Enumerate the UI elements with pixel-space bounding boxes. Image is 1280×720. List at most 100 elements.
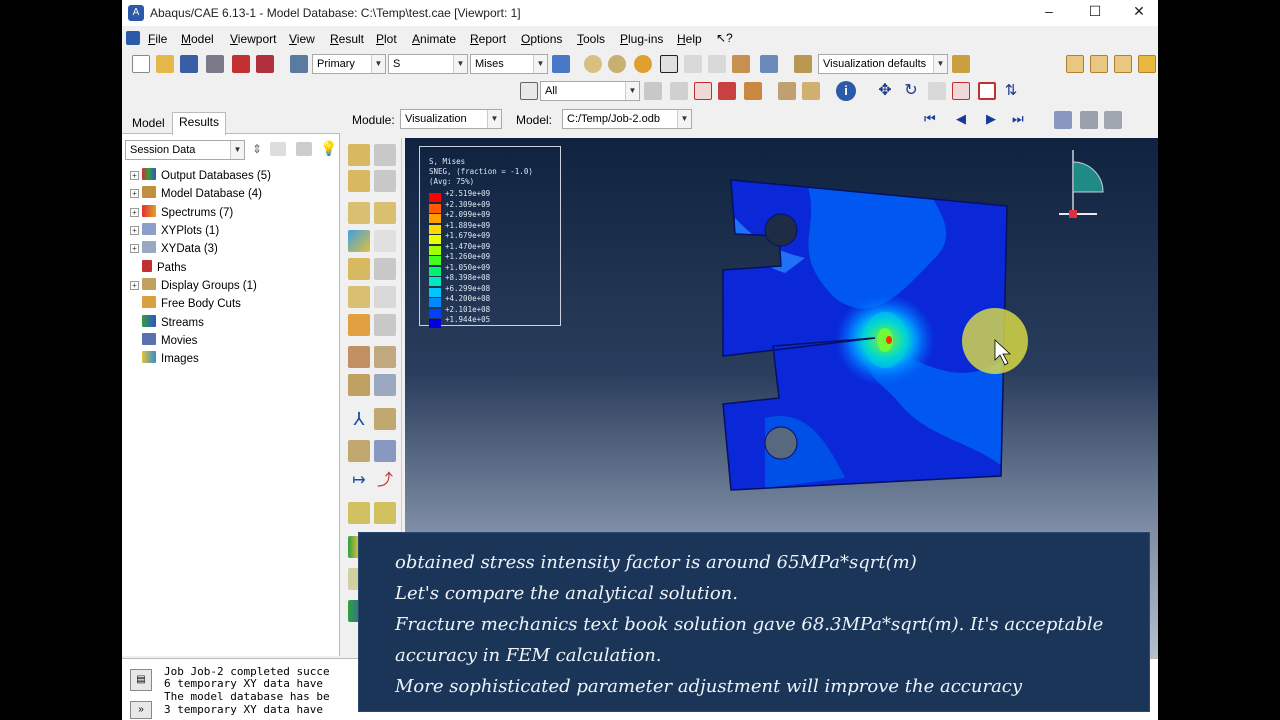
hidden-line-icon[interactable] <box>608 55 626 73</box>
view-cut-icon[interactable] <box>348 502 370 524</box>
box-select-icon[interactable] <box>694 82 712 100</box>
message-area-icon[interactable]: ▤ <box>130 669 152 691</box>
menu-view[interactable]: View <box>289 32 315 46</box>
xy-plot-options-icon[interactable] <box>374 374 396 396</box>
menu-options[interactable]: Options <box>521 32 562 46</box>
view-cut-manager-icon[interactable] <box>374 502 396 524</box>
redo-icon[interactable] <box>708 55 726 73</box>
selection-filter-combo[interactable]: All ▼ <box>540 81 640 101</box>
filter-icon[interactable] <box>296 142 312 156</box>
query-triad-icon[interactable]: ⅄ <box>348 408 370 430</box>
tree-item-display-groups[interactable]: + Display Groups (1) <box>130 278 257 296</box>
tree-item-output-databases[interactable]: + Output Databases (5) <box>130 168 271 186</box>
menu-model[interactable]: Model <box>181 32 214 46</box>
box-zoom-icon[interactable] <box>952 82 970 100</box>
selection-option-icon[interactable] <box>644 82 662 100</box>
camera-capture-icon[interactable] <box>1080 111 1098 129</box>
tab-results[interactable]: Results <box>172 112 227 135</box>
plot-contours-undeformed-icon[interactable] <box>348 170 370 192</box>
visualization-defaults-combo[interactable]: Visualization defaults ▼ <box>818 54 948 74</box>
tree-item-images[interactable]: Images <box>142 351 199 369</box>
create-stream-icon[interactable]: ⤴ <box>374 470 396 492</box>
expand-icon[interactable]: + <box>130 226 139 235</box>
layer-icon[interactable] <box>1054 111 1072 129</box>
previous-frame-icon[interactable]: ◀ <box>956 111 966 127</box>
create-free-body-cut-icon[interactable] <box>348 374 370 396</box>
contour-options-icon[interactable] <box>348 230 370 252</box>
print-icon[interactable] <box>206 55 224 73</box>
abaqus-menu-icon[interactable] <box>126 31 140 45</box>
plot-deformed-icon[interactable] <box>374 144 396 166</box>
close-button[interactable]: ✕ <box>1124 3 1154 23</box>
front-view-icon[interactable] <box>1090 55 1108 73</box>
menu-help[interactable]: Help <box>677 32 702 46</box>
export-icon[interactable] <box>232 55 250 73</box>
drag-select-icon[interactable] <box>670 82 688 100</box>
side-view-icon[interactable] <box>1114 55 1132 73</box>
save-icon[interactable] <box>180 55 198 73</box>
tree-item-streams[interactable]: Streams <box>142 315 204 333</box>
tree-item-xyplots[interactable]: + XYPlots (1) <box>130 223 219 241</box>
zoom-icon[interactable] <box>928 82 946 100</box>
create-xy-data-icon[interactable] <box>348 346 370 368</box>
module-combo[interactable]: Visualization ▼ <box>400 109 502 129</box>
info-icon[interactable]: i <box>836 81 856 101</box>
create-display-group-icon[interactable] <box>348 440 370 462</box>
animate-time-history-icon[interactable] <box>348 286 370 308</box>
expand-icon[interactable]: + <box>130 244 139 253</box>
new-file-icon[interactable] <box>132 55 150 73</box>
command-prompt-icon[interactable]: » <box>130 701 152 719</box>
xy-data-manager-icon[interactable] <box>374 346 396 368</box>
next-frame-icon[interactable]: ▶ <box>986 111 996 127</box>
display-group-manager-icon[interactable] <box>374 440 396 462</box>
expand-icon[interactable]: + <box>130 189 139 198</box>
plot-symbols-icon[interactable] <box>348 202 370 224</box>
plot-undeformed-icon[interactable] <box>348 144 370 166</box>
animate-harmonic-icon[interactable] <box>374 314 396 336</box>
color-code-icon[interactable] <box>794 55 812 73</box>
updown-icon[interactable]: ⇕ <box>252 142 262 156</box>
expand-icon[interactable]: + <box>130 208 139 217</box>
auto-fit-icon[interactable] <box>978 82 996 100</box>
symbol-options-icon[interactable] <box>374 230 396 252</box>
plot-contours-deformed-icon[interactable] <box>374 170 396 192</box>
rotate-icon[interactable]: ↻ <box>902 82 920 100</box>
open-folder-icon[interactable] <box>156 55 174 73</box>
menu-animate[interactable]: Animate <box>412 32 456 46</box>
view-manager-icon[interactable] <box>760 55 778 73</box>
menu-tools[interactable]: Tools <box>577 32 605 46</box>
tree-item-paths[interactable]: Paths <box>142 260 186 278</box>
select-highlight-icon[interactable] <box>718 82 736 100</box>
menu-report[interactable]: Report <box>470 32 506 46</box>
menu-plot[interactable]: Plot <box>376 32 397 46</box>
tree-item-spectrums[interactable]: + Spectrums (7) <box>130 205 233 223</box>
menu-viewport[interactable]: Viewport <box>230 32 276 46</box>
menu-result[interactable]: Result <box>330 32 364 46</box>
field-output-combo[interactable]: S ▼ <box>388 54 468 74</box>
undo-icon[interactable] <box>684 55 702 73</box>
expand-icon[interactable]: + <box>130 171 139 180</box>
menu-file[interactable]: File <box>148 32 167 46</box>
tile-icon[interactable] <box>778 82 796 100</box>
camera-icon[interactable] <box>732 55 750 73</box>
primary-variable-combo[interactable]: Primary ▼ <box>312 54 386 74</box>
maximize-button[interactable]: ☐ <box>1080 3 1110 23</box>
model-combo[interactable]: C:/Temp/Job-2.odb ▼ <box>562 109 692 129</box>
iso-view-icon[interactable] <box>1066 55 1084 73</box>
tab-model[interactable]: Model <box>126 114 171 134</box>
session-data-combo[interactable]: Session Data ▼ <box>125 140 245 160</box>
superimpose-options-icon[interactable] <box>374 258 396 280</box>
step-frame-icon[interactable] <box>290 55 308 73</box>
animate-scale-factor-icon[interactable] <box>374 286 396 308</box>
cascade-icon[interactable] <box>802 82 820 100</box>
select-pointer-icon[interactable] <box>520 82 538 100</box>
render-style-icon[interactable] <box>584 55 602 73</box>
top-view-icon[interactable] <box>1138 55 1156 73</box>
last-frame-icon[interactable]: ⏭ <box>1012 111 1024 127</box>
select-arrow-icon[interactable] <box>660 55 678 73</box>
plot-material-orientations-icon[interactable] <box>374 202 396 224</box>
cycle-views-icon[interactable]: ⇅ <box>1002 82 1020 100</box>
whats-this-help-icon[interactable]: ↖? <box>716 31 733 45</box>
lightbulb-icon[interactable]: 💡 <box>320 140 337 157</box>
tree-item-xydata[interactable]: + XYData (3) <box>130 241 218 259</box>
